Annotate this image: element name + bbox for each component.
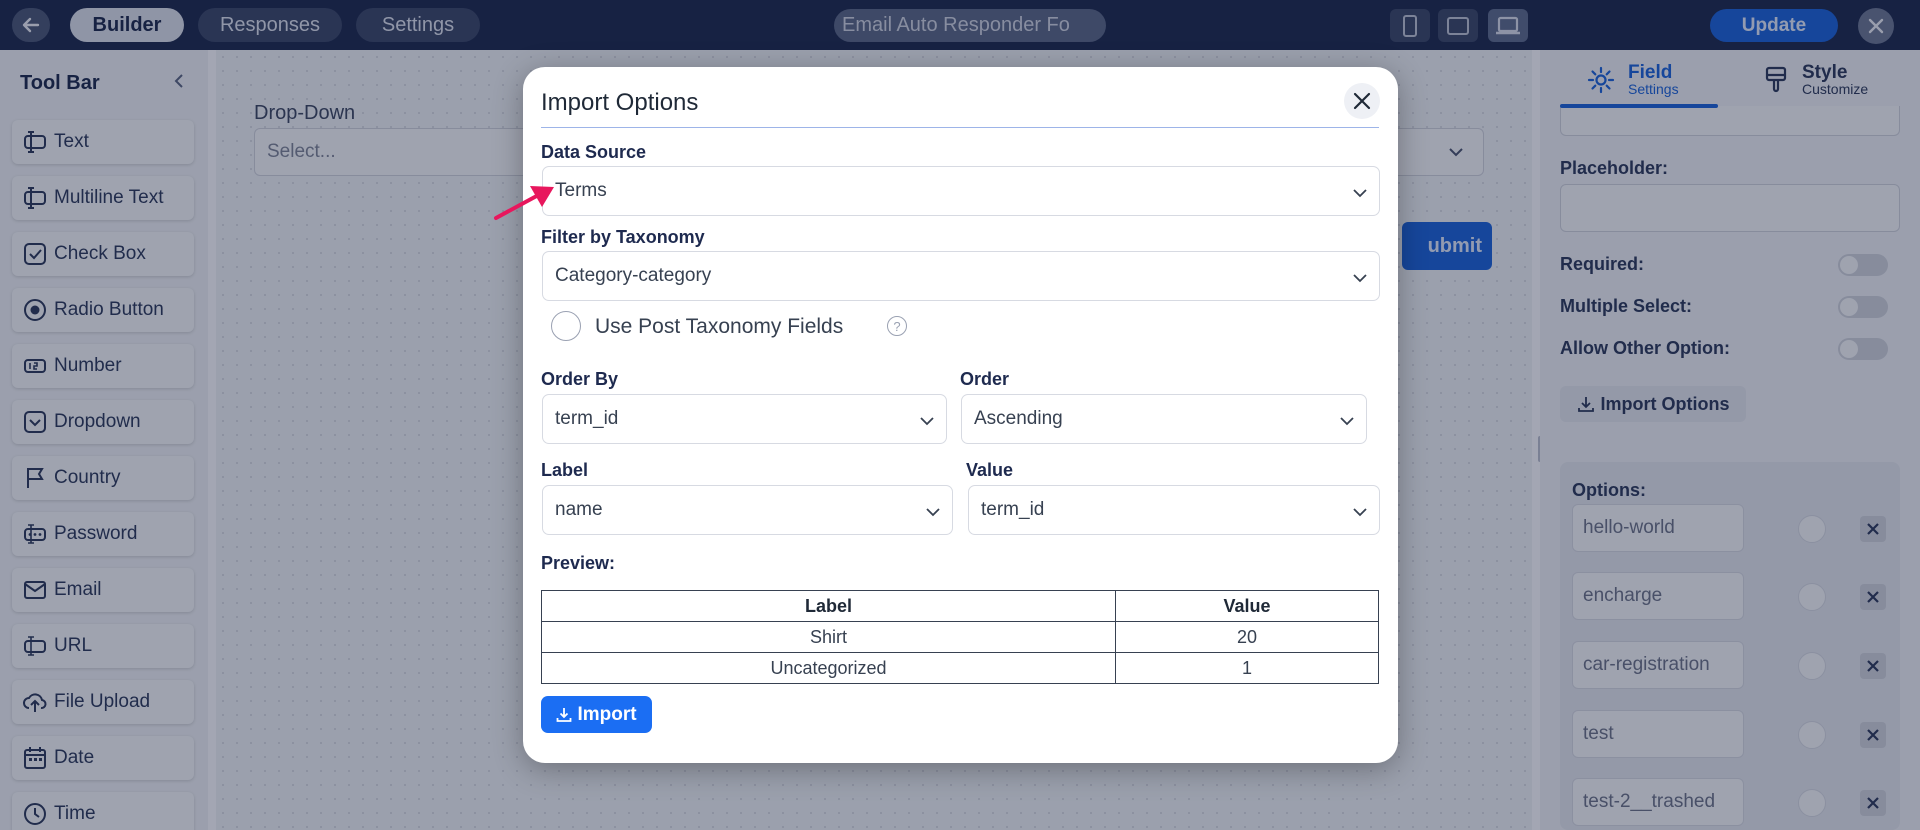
table-cell: Uncategorized xyxy=(541,652,1116,684)
use-post-taxonomy-label: Use Post Taxonomy Fields xyxy=(595,315,844,338)
use-post-taxonomy-checkbox[interactable] xyxy=(551,311,581,341)
order-value: Ascending xyxy=(974,408,1063,429)
modal-title: Import Options xyxy=(541,89,699,116)
table-row: Uncategorized 1 xyxy=(541,652,1379,684)
table-header-row: Label Value xyxy=(541,590,1379,622)
chevron-down-icon xyxy=(1353,508,1367,517)
close-icon xyxy=(1353,92,1371,110)
filter-taxonomy-select[interactable]: Category-category xyxy=(542,251,1380,301)
order-by-label: Order By xyxy=(541,369,619,389)
value-field-label: Value xyxy=(966,460,1014,480)
modal-divider xyxy=(541,127,1379,128)
column-header-value: Value xyxy=(1115,590,1379,622)
table-cell: Shirt xyxy=(541,621,1116,653)
column-header-label: Label xyxy=(541,590,1116,622)
import-options-modal: Import Options Data Source Terms Filter … xyxy=(523,67,1398,763)
import-button-label: Import xyxy=(577,703,637,725)
filter-taxonomy-value: Category-category xyxy=(555,265,712,286)
table-cell: 20 xyxy=(1115,621,1379,653)
modal-close-button[interactable] xyxy=(1344,83,1380,119)
label-field-label: Label xyxy=(541,460,589,480)
chevron-down-icon xyxy=(1353,189,1367,198)
label-value: name xyxy=(555,499,603,520)
label-select[interactable]: name xyxy=(542,485,953,535)
preview-label: Preview: xyxy=(541,553,616,573)
data-source-value: Terms xyxy=(555,180,607,201)
chevron-down-icon xyxy=(1340,417,1354,426)
chevron-down-icon xyxy=(926,508,940,517)
download-icon xyxy=(557,707,572,722)
filter-taxonomy-label: Filter by Taxonomy xyxy=(541,227,705,247)
order-select[interactable]: Ascending xyxy=(961,394,1367,444)
order-by-value: term_id xyxy=(555,408,619,429)
value-value: term_id xyxy=(981,499,1045,520)
value-select[interactable]: term_id xyxy=(968,485,1380,535)
chevron-down-icon xyxy=(1353,274,1367,283)
data-source-label: Data Source xyxy=(541,142,647,162)
order-label: Order xyxy=(960,369,1010,389)
import-button[interactable]: Import xyxy=(541,696,652,733)
preview-table: Label Value Shirt 20 Uncategorized 1 xyxy=(541,590,1379,684)
data-source-select[interactable]: Terms xyxy=(542,166,1380,216)
order-by-select[interactable]: term_id xyxy=(542,394,947,444)
help-icon[interactable]: ? xyxy=(887,316,907,336)
table-cell: 1 xyxy=(1115,652,1379,684)
chevron-down-icon xyxy=(920,417,934,426)
annotation-arrow-icon xyxy=(494,186,554,220)
table-row: Shirt 20 xyxy=(541,621,1379,653)
